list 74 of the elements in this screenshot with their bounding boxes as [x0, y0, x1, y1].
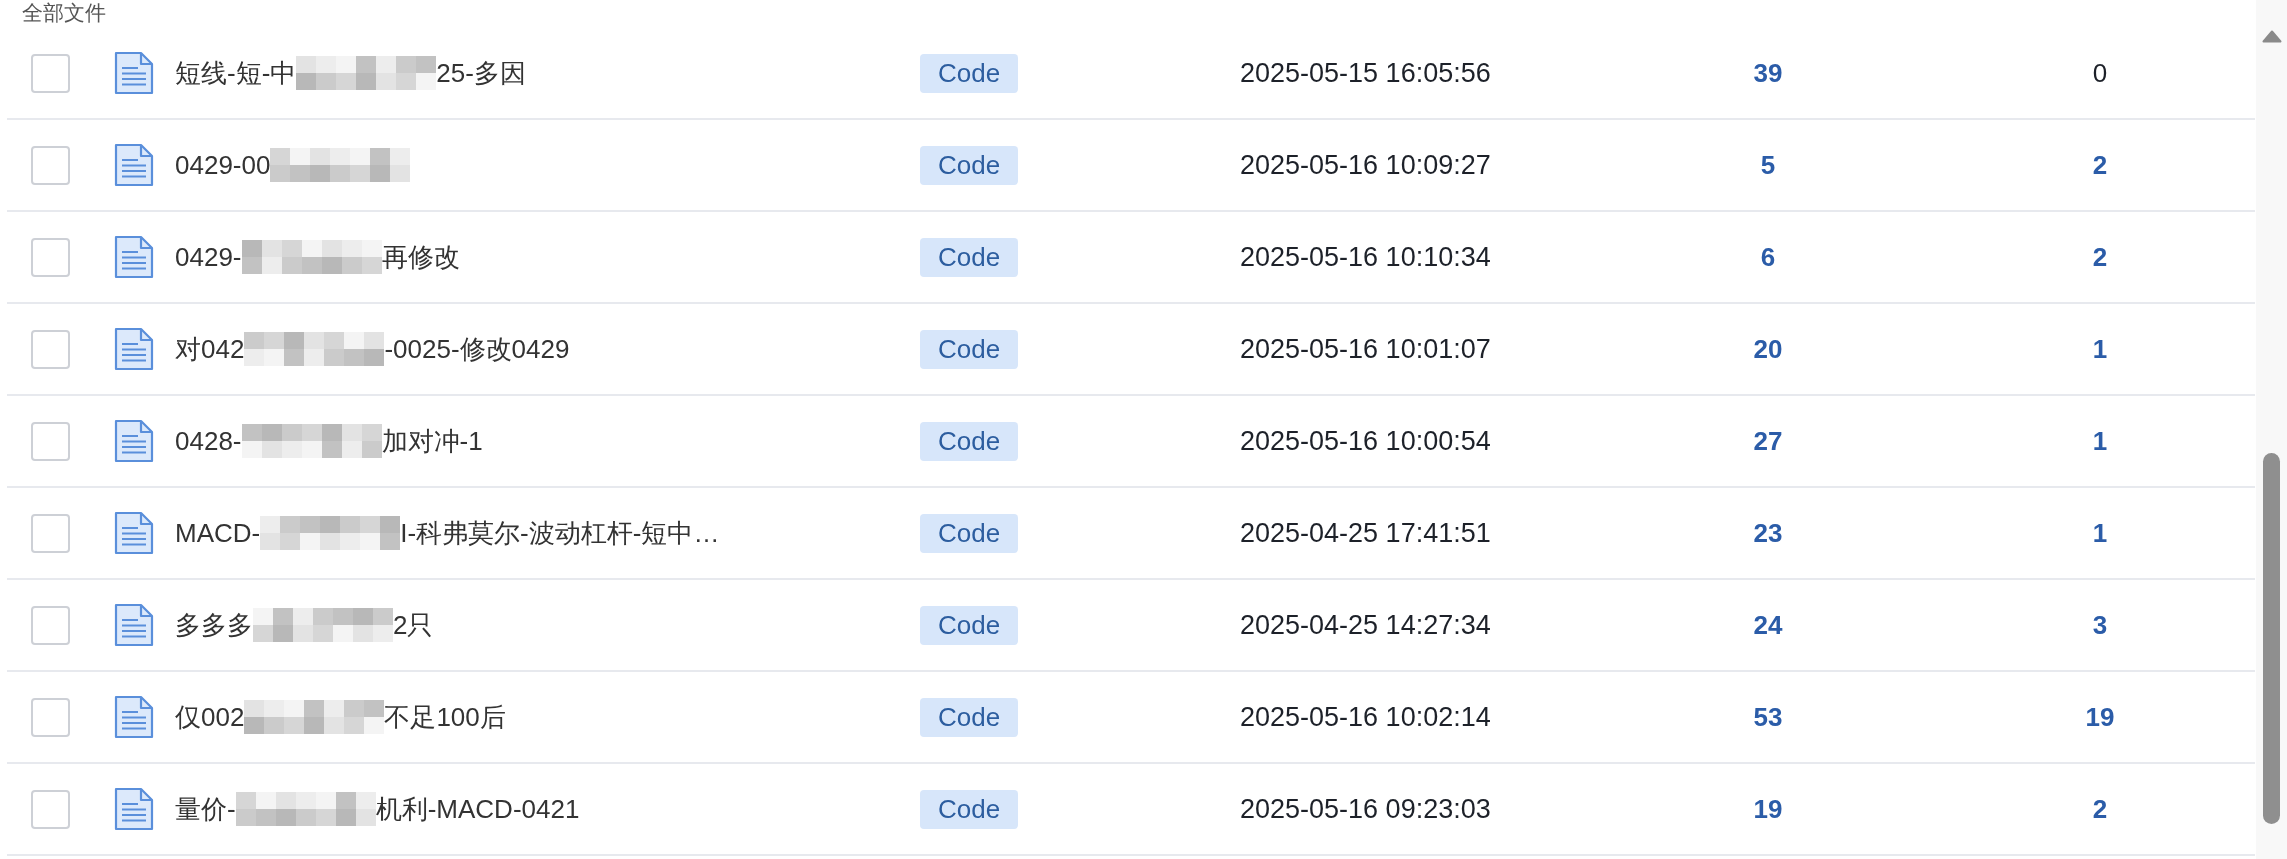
- count-link[interactable]: 20: [1753, 333, 1783, 365]
- count-link[interactable]: 1: [2092, 517, 2108, 549]
- document-icon: [114, 787, 154, 831]
- timestamp: 2025-04-25 17:41:51: [1240, 517, 1491, 549]
- file-name[interactable]: 对042: [175, 331, 245, 367]
- scroll-up-arrow-icon[interactable]: [2261, 30, 2282, 43]
- type-tag: Code: [920, 237, 1019, 277]
- count-link[interactable]: 53: [1753, 701, 1783, 733]
- document-icon: [114, 235, 154, 279]
- timestamp: 2025-05-16 10:09:27: [1240, 149, 1491, 181]
- row-checkbox[interactable]: [31, 697, 70, 737]
- file-name[interactable]: 机利-MACD-0421: [375, 791, 580, 827]
- timestamp: 2025-04-25 14:27:34: [1240, 609, 1491, 641]
- document-icon: [114, 419, 154, 463]
- type-tag: Code: [920, 697, 1019, 737]
- count-link[interactable]: 2: [2092, 241, 2108, 273]
- count-link[interactable]: 2: [2092, 149, 2108, 181]
- count-link[interactable]: 5: [1760, 149, 1776, 181]
- count-link[interactable]: 39: [1753, 57, 1783, 89]
- row-checkbox[interactable]: [31, 329, 70, 369]
- timestamp: 2025-05-16 09:23:03: [1240, 793, 1491, 825]
- timestamp: 2025-05-16 10:10:34: [1240, 241, 1491, 273]
- file-name[interactable]: 0429-00: [175, 149, 271, 181]
- file-name[interactable]: 多多多: [175, 607, 253, 643]
- file-name[interactable]: I-科弗莫尔-波动杠杆-短中…: [400, 515, 720, 551]
- timestamp: 2025-05-15 16:05:56: [1240, 57, 1491, 89]
- file-name[interactable]: 25-多因: [436, 55, 526, 91]
- count-link[interactable]: 1: [2092, 333, 2108, 365]
- type-tag: Code: [920, 513, 1019, 553]
- timestamp: 2025-05-16 10:01:07: [1240, 333, 1491, 365]
- file-name[interactable]: 量价-: [175, 791, 236, 827]
- section-title: 全部文件: [22, 1, 106, 25]
- count-link[interactable]: 19: [1753, 793, 1783, 825]
- type-tag: Code: [920, 421, 1019, 461]
- file-name[interactable]: 2只: [393, 607, 434, 643]
- document-icon: [114, 511, 154, 555]
- count-link[interactable]: 2: [2092, 793, 2108, 825]
- count-link[interactable]: 23: [1753, 517, 1783, 549]
- count-link[interactable]: 24: [1753, 609, 1783, 641]
- file-name[interactable]: 短线-短-中: [175, 55, 297, 91]
- count-link[interactable]: 3: [2092, 609, 2108, 641]
- count-link[interactable]: 27: [1753, 425, 1783, 457]
- row-checkbox[interactable]: [31, 513, 70, 553]
- row-checkbox[interactable]: [31, 789, 70, 829]
- timestamp: 2025-05-16 10:02:14: [1240, 701, 1491, 733]
- type-tag: Code: [920, 329, 1019, 369]
- type-tag: Code: [920, 145, 1019, 185]
- file-name[interactable]: -0025-修改0429: [384, 331, 570, 367]
- type-tag: Code: [920, 605, 1019, 645]
- timestamp: 2025-05-16 10:00:54: [1240, 425, 1491, 457]
- count-link[interactable]: 6: [1760, 241, 1776, 273]
- type-tag: Code: [920, 789, 1019, 829]
- row-checkbox[interactable]: [31, 145, 70, 185]
- row-checkbox[interactable]: [31, 53, 70, 93]
- document-icon: [114, 603, 154, 647]
- document-icon: [114, 695, 154, 739]
- file-name[interactable]: 0428-: [175, 425, 242, 457]
- type-tag: Code: [920, 53, 1019, 93]
- count-text: 0: [2092, 57, 2108, 89]
- file-name[interactable]: 再修改: [381, 239, 460, 275]
- file-name[interactable]: 加对冲-1: [381, 423, 483, 459]
- file-name[interactable]: 仅002: [175, 699, 245, 735]
- document-icon: [114, 143, 154, 187]
- row-checkbox[interactable]: [31, 237, 70, 277]
- file-name[interactable]: MACD-: [175, 517, 261, 549]
- file-name[interactable]: 0429-: [175, 241, 242, 273]
- count-link[interactable]: 19: [2085, 701, 2115, 733]
- row-checkbox[interactable]: [31, 421, 70, 461]
- count-link[interactable]: 1: [2092, 425, 2108, 457]
- document-icon: [114, 51, 154, 95]
- row-checkbox[interactable]: [31, 605, 70, 645]
- file-name[interactable]: 不足100后: [384, 699, 506, 735]
- scrollbar-thumb[interactable]: [2263, 453, 2280, 824]
- document-icon: [114, 327, 154, 371]
